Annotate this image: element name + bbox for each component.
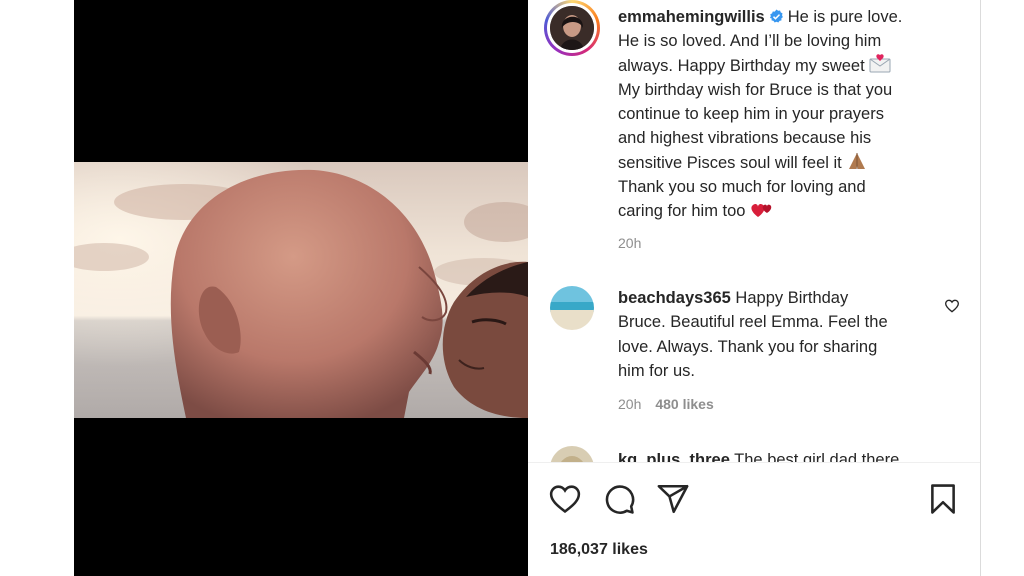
comment-icon[interactable] bbox=[602, 482, 636, 516]
love-letter-emoji-icon bbox=[869, 53, 891, 73]
comment-time[interactable]: 20h bbox=[618, 396, 641, 412]
comment-text: kg_plus_three The best girl dad there bbox=[618, 448, 943, 462]
share-icon[interactable] bbox=[656, 482, 690, 516]
author-avatar-photo bbox=[550, 6, 594, 50]
caption-line: My birthday wish for Bruce is that you bbox=[618, 80, 893, 99]
comment-like-heart-icon[interactable] bbox=[944, 298, 960, 314]
comment-username[interactable]: beachdays365 bbox=[618, 289, 731, 307]
beach-kiss-photo bbox=[74, 162, 528, 418]
caption-line: and highest vibrations because his bbox=[618, 129, 872, 148]
folded-hands-emoji-icon bbox=[849, 152, 866, 169]
comment-username[interactable]: kg_plus_three bbox=[618, 451, 730, 462]
beach-avatar-photo bbox=[550, 286, 594, 330]
verified-badge-icon bbox=[769, 9, 783, 23]
comments-list[interactable]: emmahemingwillis He is pure love. He is s… bbox=[528, 0, 980, 462]
caption-meta: 20h bbox=[618, 235, 655, 251]
caption-line: He is pure love. bbox=[787, 8, 903, 26]
comment-text: beachdays365 Happy Birthday Bruce. Beaut… bbox=[618, 286, 943, 383]
two-hearts-emoji-icon bbox=[751, 204, 772, 218]
comment-avatar[interactable] bbox=[550, 446, 594, 462]
caption-time[interactable]: 20h bbox=[618, 235, 641, 251]
comment-line: love. Always. Thank you for sharing bbox=[618, 337, 878, 356]
post-video-frame[interactable] bbox=[74, 162, 528, 418]
post-media[interactable] bbox=[74, 0, 528, 576]
caption-line: caring for him too bbox=[618, 202, 746, 221]
caption-line: Thank you so much for loving and bbox=[618, 178, 866, 197]
caption-username[interactable]: emmahemingwillis bbox=[618, 8, 765, 26]
user-avatar-photo bbox=[550, 446, 594, 462]
divider bbox=[528, 462, 980, 463]
likes-count[interactable]: 186,037 likes bbox=[550, 541, 648, 559]
caption-line: continue to keep him in your prayers bbox=[618, 105, 884, 124]
comment-line: Happy Birthday bbox=[735, 289, 849, 307]
comment-avatar[interactable] bbox=[550, 286, 594, 330]
caption-line: He is so loved. And I’ll be loving him bbox=[618, 32, 882, 51]
comment-line: The best girl dad there bbox=[734, 451, 900, 462]
action-bar bbox=[528, 482, 980, 518]
caption-line: sensitive Pisces soul will feel it bbox=[618, 153, 842, 172]
caption-line: always. Happy Birthday my sweet bbox=[618, 56, 865, 75]
author-avatar[interactable] bbox=[544, 0, 600, 56]
comment-line: Bruce. Beautiful reel Emma. Feel the bbox=[618, 313, 888, 332]
bookmark-icon[interactable] bbox=[926, 482, 960, 516]
post-side-panel: emmahemingwillis He is pure love. He is s… bbox=[528, 0, 981, 576]
like-heart-icon[interactable] bbox=[548, 482, 582, 516]
post-caption: emmahemingwillis He is pure love. He is s… bbox=[618, 5, 943, 224]
comment-likes[interactable]: 480 likes bbox=[655, 396, 713, 412]
comment-meta: 20h 480 likes bbox=[618, 396, 728, 412]
comment-line: him for us. bbox=[618, 361, 696, 380]
